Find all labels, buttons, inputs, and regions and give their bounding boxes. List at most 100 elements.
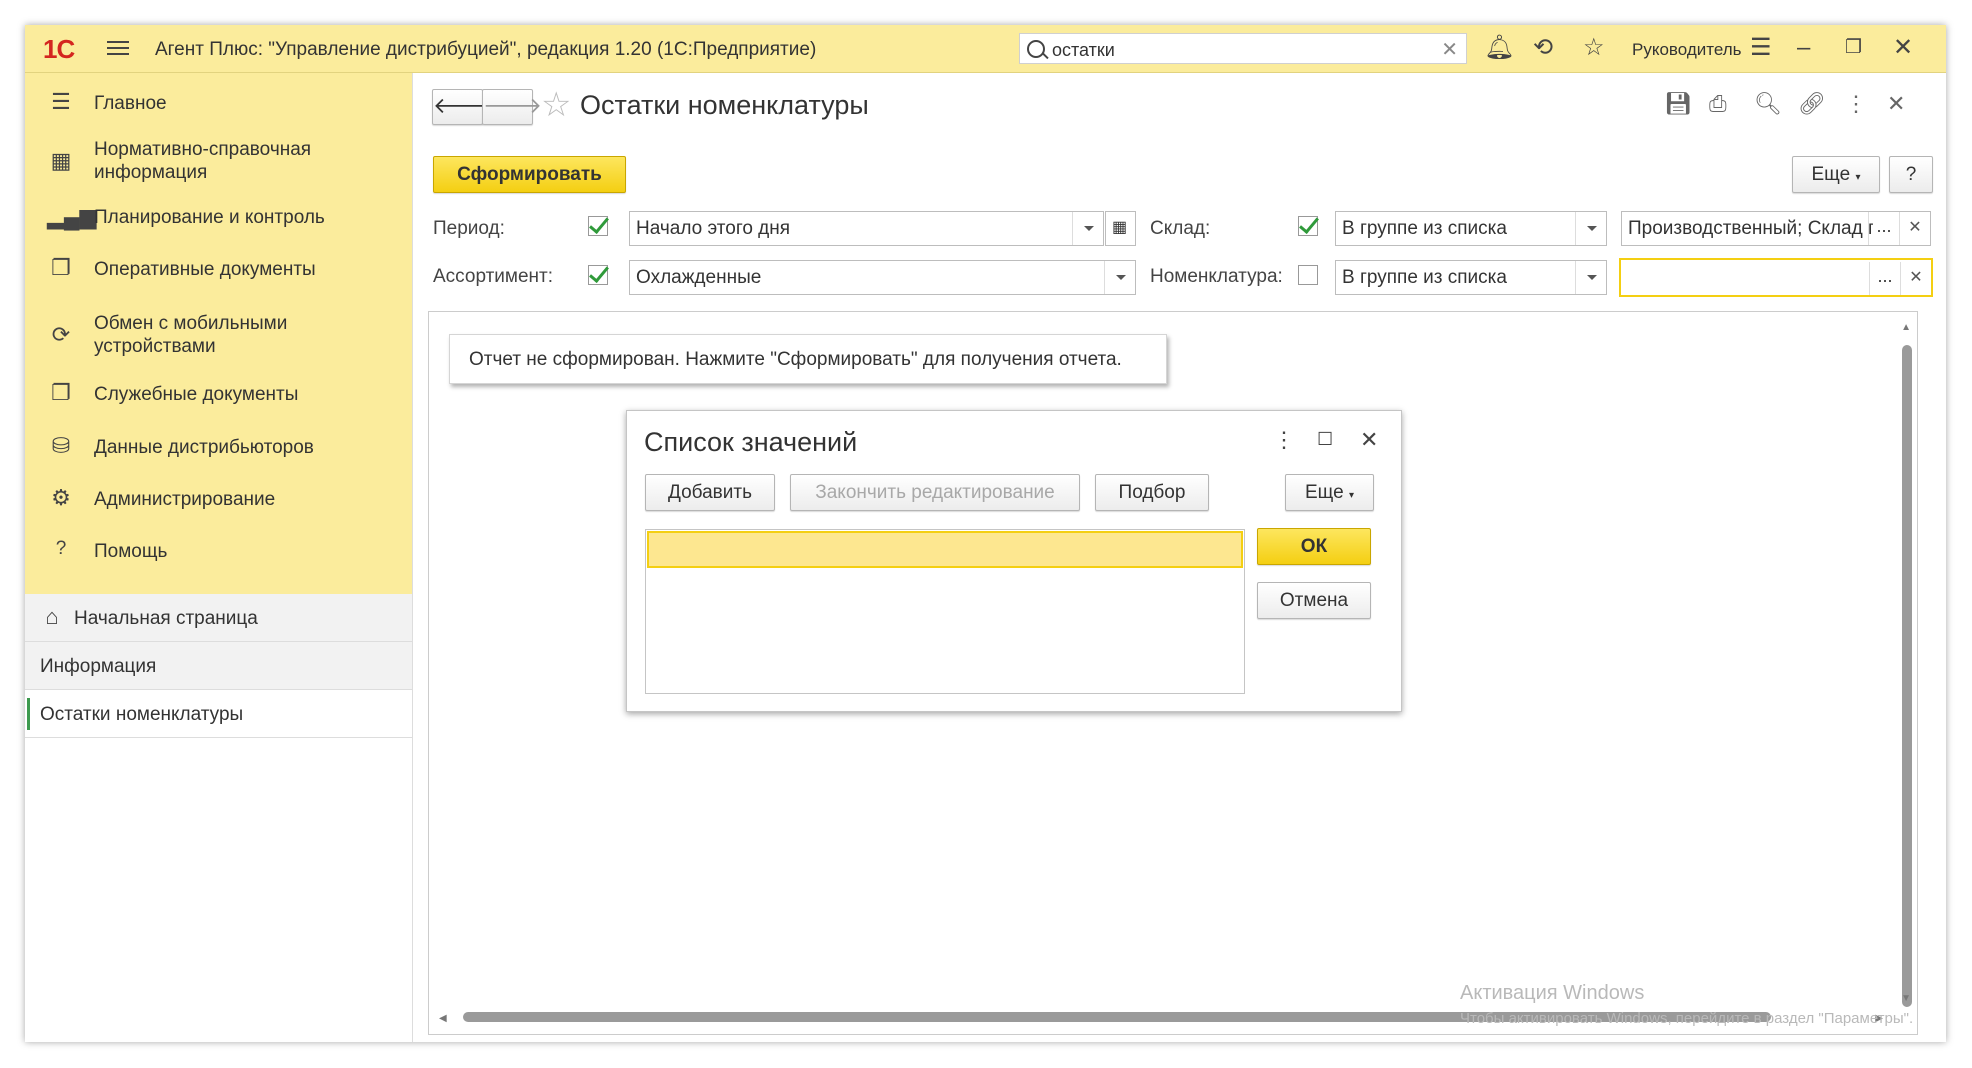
- search-icon: [1027, 40, 1045, 58]
- section-label: Администрирование: [94, 489, 276, 510]
- search-input[interactable]: [1050, 38, 1434, 62]
- section-planning[interactable]: ▂▄▆ Планирование и контроль: [25, 197, 412, 237]
- scroll-left-icon[interactable]: ◀: [439, 1013, 447, 1024]
- list-item[interactable]: [647, 531, 1243, 568]
- more-button[interactable]: Еще ▾: [1792, 156, 1880, 193]
- gear-icon: ⚙: [51, 485, 71, 510]
- section-label: Помощь: [94, 541, 168, 562]
- favorite-star-icon[interactable]: ☆: [541, 87, 571, 123]
- open-item-stock-report[interactable]: Остатки номенклатуры: [25, 690, 412, 738]
- more-label: Еще: [1811, 164, 1851, 185]
- more-vertical-icon[interactable]: ⋮: [1273, 427, 1295, 453]
- more-vertical-icon[interactable]: ⋮: [1845, 91, 1867, 117]
- section-label: Данные дистрибьюторов: [94, 437, 314, 458]
- section-label: Оперативные документы: [94, 259, 316, 280]
- period-field[interactable]: Начало этого дня: [629, 211, 1104, 246]
- nomenclature-select-button[interactable]: ...: [1869, 262, 1900, 295]
- clear-search-icon[interactable]: ✕: [1441, 37, 1458, 62]
- ok-button[interactable]: ОК: [1257, 528, 1371, 565]
- back-button[interactable]: 🡐: [432, 89, 492, 125]
- form-title: Остатки номенклатуры: [580, 90, 869, 120]
- warehouse-mode-value: В группе из списка: [1342, 218, 1507, 239]
- scroll-up-icon[interactable]: ▲: [1901, 322, 1911, 333]
- section-administration[interactable]: ⚙ Администрирование: [25, 479, 412, 519]
- period-label: Период:: [433, 218, 505, 239]
- scroll-down-icon[interactable]: ▼: [1901, 993, 1911, 1004]
- warehouse-value-field[interactable]: Производственный; Склад г ... ✕: [1621, 211, 1931, 246]
- warehouse-select-button[interactable]: ...: [1868, 212, 1899, 245]
- section-mobile-exchange[interactable]: ⟳ Обмен с мобильными устройствами: [25, 307, 412, 362]
- section-operational-docs[interactable]: ❐ Оперативные документы: [25, 249, 412, 289]
- nomenclature-checkbox[interactable]: [1298, 265, 1318, 285]
- close-window-icon[interactable]: ✕: [1893, 35, 1913, 61]
- link-icon[interactable]: 🔗︎: [1798, 91, 1826, 117]
- warehouse-label: Склад:: [1150, 218, 1211, 239]
- open-item-information[interactable]: Информация: [25, 642, 412, 690]
- dialog-title: Список значений: [644, 427, 858, 457]
- assortment-dropdown-button[interactable]: [1104, 261, 1135, 294]
- section-help[interactable]: ? Помощь: [25, 531, 412, 571]
- save-icon[interactable]: 💾︎: [1664, 91, 1692, 117]
- warehouse-clear-button[interactable]: ✕: [1899, 212, 1930, 245]
- vertical-scrollbar[interactable]: [1902, 345, 1912, 1007]
- search-box: ✕: [1019, 33, 1467, 64]
- period-checkbox[interactable]: [588, 216, 608, 236]
- app-window: 1С Агент Плюс: "Управление дистрибуцией"…: [25, 25, 1946, 1042]
- data-icon: ⛁: [51, 433, 71, 458]
- star-favorites-icon[interactable]: ☆: [1583, 35, 1605, 61]
- close-dialog-icon[interactable]: ✕: [1360, 427, 1378, 453]
- sections-panel: ☰ Главное ▦ Нормативно-справочная информ…: [25, 73, 412, 594]
- help-button[interactable]: ?: [1889, 156, 1933, 193]
- dropdown-arrow-icon: ▾: [1348, 490, 1354, 501]
- maximize-icon[interactable]: ☐: [1317, 429, 1333, 450]
- user-name[interactable]: Руководитель: [1632, 40, 1742, 60]
- value-list[interactable]: [645, 529, 1245, 694]
- logo: 1С: [43, 34, 75, 64]
- nomenclature-value-field[interactable]: ... ✕: [1619, 258, 1933, 297]
- finish-editing-button[interactable]: Закончить редактирование: [790, 474, 1080, 511]
- warehouse-mode-field[interactable]: В группе из списка: [1335, 211, 1607, 246]
- section-distributor-data[interactable]: ⛁ Данные дистрибьюторов: [25, 427, 412, 467]
- close-form-icon[interactable]: ✕: [1887, 91, 1905, 117]
- pick-button[interactable]: Подбор: [1095, 474, 1209, 511]
- period-dropdown-button[interactable]: [1072, 212, 1103, 245]
- dialog-more-button[interactable]: Еще ▾: [1285, 474, 1374, 511]
- preview-icon[interactable]: 🔍︎: [1754, 91, 1782, 117]
- warehouse-mode-dropdown[interactable]: [1575, 212, 1606, 245]
- help-icon: ?: [55, 538, 67, 559]
- period-value: Начало этого дня: [636, 218, 791, 239]
- cancel-button[interactable]: Отмена: [1257, 582, 1371, 619]
- add-button[interactable]: Добавить: [645, 474, 775, 511]
- report-message: Отчет не сформирован. Нажмите "Сформиров…: [469, 349, 1122, 370]
- print-icon[interactable]: ⎙: [1709, 91, 1727, 117]
- title-bar: 1С Агент Плюс: "Управление дистрибуцией"…: [25, 25, 1946, 73]
- minimize-icon[interactable]: –: [1797, 35, 1810, 61]
- section-service-docs[interactable]: ❐ Служебные документы: [25, 374, 412, 414]
- section-main[interactable]: ☰ Главное: [25, 83, 412, 123]
- report-message-box: Отчет не сформирован. Нажмите "Сформиров…: [449, 334, 1167, 384]
- open-item-label: Начальная страница: [74, 608, 258, 629]
- calendar-button[interactable]: ▦: [1105, 211, 1136, 246]
- nomenclature-mode-field[interactable]: В группе из списка: [1335, 260, 1607, 295]
- assortment-checkbox[interactable]: [588, 265, 608, 285]
- more-label: Еще: [1305, 482, 1344, 503]
- generate-button[interactable]: Сформировать: [433, 156, 626, 193]
- warehouse-checkbox[interactable]: [1298, 216, 1318, 236]
- open-item-home[interactable]: ⌂ Начальная страница: [25, 594, 412, 642]
- assortment-label: Ассортимент:: [433, 266, 554, 287]
- main-menu-icon[interactable]: [107, 37, 129, 57]
- nomenclature-clear-button[interactable]: ✕: [1900, 262, 1931, 295]
- warehouse-value: Производственный; Склад г: [1628, 218, 1873, 239]
- forward-button[interactable]: 🡒: [482, 89, 542, 125]
- history-icon[interactable]: ⟲: [1533, 35, 1553, 61]
- settings-menu-icon[interactable]: ☰: [1750, 35, 1772, 61]
- assortment-field[interactable]: Охлажденные: [629, 260, 1136, 295]
- section-label: Нормативно-справочная информация: [94, 139, 312, 183]
- documents-icon: ❐: [51, 380, 71, 405]
- home-icon: ⌂: [45, 604, 59, 629]
- restore-icon[interactable]: ❐: [1845, 35, 1862, 61]
- bell-icon[interactable]: 🔔︎: [1484, 35, 1514, 61]
- section-reference[interactable]: ▦ Нормативно-справочная информация: [25, 133, 412, 188]
- app-title: Агент Плюс: "Управление дистрибуцией", р…: [155, 39, 817, 60]
- nomenclature-mode-dropdown[interactable]: [1575, 261, 1606, 294]
